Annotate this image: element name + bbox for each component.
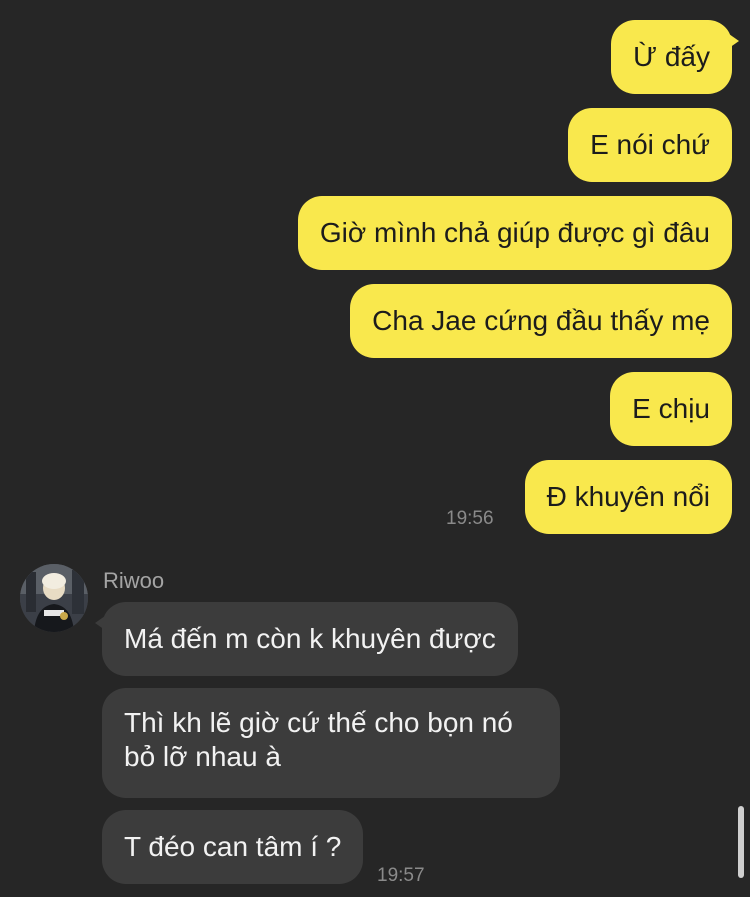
- message-text-line: Thì kh lẽ giờ cứ thế cho bọn nó: [124, 707, 513, 738]
- message-bubble-incoming[interactable]: Thì kh lẽ giờ cứ thế cho bọn nó bỏ lỡ nh…: [102, 688, 560, 798]
- message-text-line: bỏ lỡ nhau à: [124, 741, 281, 772]
- message-bubble-outgoing[interactable]: E nói chứ: [568, 108, 732, 182]
- message-bubble-outgoing[interactable]: Cha Jae cứng đầu thấy mẹ: [350, 284, 732, 358]
- message-bubble-outgoing[interactable]: Ừ đấy: [611, 20, 739, 94]
- profile-photo-icon: [20, 564, 88, 632]
- avatar[interactable]: [20, 564, 88, 632]
- sender-name: Riwoo: [103, 568, 165, 593]
- message-timestamp: 19:56: [446, 508, 494, 529]
- message-bubble-incoming[interactable]: T đéo can tâm í ?: [102, 810, 364, 884]
- message-bubble-incoming[interactable]: Má đến m còn k khuyên được: [95, 602, 518, 676]
- message-text: E chịu: [632, 393, 710, 424]
- message-text: Ừ đấy: [633, 41, 710, 72]
- message-text: T đéo can tâm í ?: [124, 831, 342, 862]
- message-bubble-outgoing[interactable]: Đ khuyên nổi: [524, 460, 732, 534]
- message-bubble-outgoing[interactable]: Giờ mình chả giúp được gì đâu: [297, 196, 732, 270]
- message-text: Má đến m còn k khuyên được: [124, 623, 496, 654]
- message-bubble-outgoing[interactable]: E chịu: [610, 372, 732, 446]
- message-timestamp: 19:57: [377, 865, 425, 886]
- chat-view: Ừ đấy E nói chứ Giờ mình chả giúp được g…: [0, 0, 750, 897]
- message-text: Giờ mình chả giúp được gì đâu: [319, 217, 710, 248]
- scrollbar[interactable]: [738, 806, 744, 878]
- message-text: E nói chứ: [590, 129, 710, 160]
- message-text: Cha Jae cứng đầu thấy mẹ: [372, 305, 710, 336]
- message-text: Đ khuyên nổi: [546, 481, 710, 512]
